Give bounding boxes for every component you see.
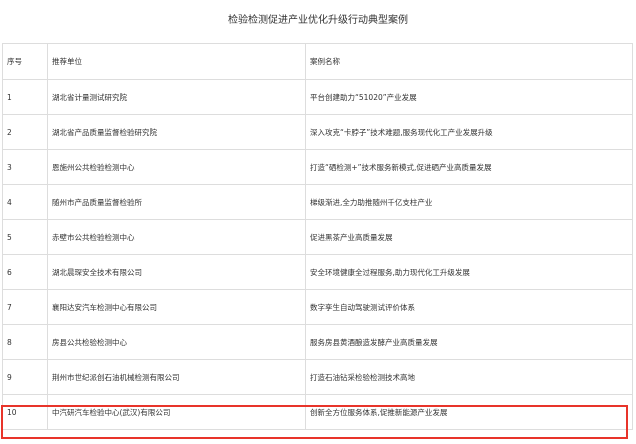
cell-unit: 湖北省产品质量监督检验研究院 — [47, 114, 306, 150]
cell-no: 3 — [2, 149, 48, 185]
cell-unit: 恩施州公共检验检测中心 — [47, 149, 306, 185]
table-row: 7 襄阳达安汽车检测中心有限公司 数字孪生自动驾驶测试评价体系 — [2, 289, 633, 325]
page-title: 检验检测促进产业优化升级行动典型案例 — [228, 15, 408, 26]
cell-case: 打造“硒检测+”技术服务新模式,促进硒产业高质量发展 — [305, 149, 633, 185]
cell-no: 2 — [2, 114, 48, 150]
cell-no: 4 — [2, 184, 48, 220]
table-row: 4 随州市产品质量监督检验所 梯级渐进,全力助推随州千亿支柱产业 — [2, 184, 633, 220]
header-no: 序号 — [2, 43, 48, 80]
cell-case: 创新全方位服务体系,促推新能源产业发展 — [305, 394, 633, 430]
cell-case: 安全环境健康全过程服务,助力现代化工升级发展 — [305, 254, 633, 290]
cell-case: 数字孪生自动驾驶测试评价体系 — [305, 289, 633, 325]
table-row: 2 湖北省产品质量监督检验研究院 深入攻克“卡脖子”技术难题,服务现代化工产业发… — [2, 114, 633, 150]
cell-case: 梯级渐进,全力助推随州千亿支柱产业 — [305, 184, 633, 220]
cell-unit: 随州市产品质量监督检验所 — [47, 184, 306, 220]
cell-no: 1 — [2, 79, 48, 115]
cell-unit: 湖北省计量测试研究院 — [47, 79, 306, 115]
cell-unit: 赤壁市公共检验检测中心 — [47, 219, 306, 255]
cell-unit: 房县公共检验检测中心 — [47, 324, 306, 360]
header-case: 案例名称 — [305, 43, 633, 80]
table-row-highlighted: 10 中汽研汽车检验中心(武汉)有限公司 创新全方位服务体系,促推新能源产业发展 — [2, 394, 633, 430]
cell-unit: 襄阳达安汽车检测中心有限公司 — [47, 289, 306, 325]
cell-unit: 湖北晨琛安全技术有限公司 — [47, 254, 306, 290]
cell-no: 10 — [2, 394, 48, 430]
cell-case: 促进黑茶产业高质量发展 — [305, 219, 633, 255]
table-row: 6 湖北晨琛安全技术有限公司 安全环境健康全过程服务,助力现代化工升级发展 — [2, 254, 633, 290]
header-unit: 推荐单位 — [47, 43, 306, 80]
cell-case: 打造石油钻采检验检测技术高地 — [305, 359, 633, 395]
cell-case: 深入攻克“卡脖子”技术难题,服务现代化工产业发展升级 — [305, 114, 633, 150]
table-row: 3 恩施州公共检验检测中心 打造“硒检测+”技术服务新模式,促进硒产业高质量发展 — [2, 149, 633, 185]
cell-unit: 中汽研汽车检验中心(武汉)有限公司 — [47, 394, 306, 430]
table-row: 5 赤壁市公共检验检测中心 促进黑茶产业高质量发展 — [2, 219, 633, 255]
cell-no: 9 — [2, 359, 48, 395]
cell-case: 服务房县黄酒酿造发酵产业高质量发展 — [305, 324, 633, 360]
table-row: 1 湖北省计量测试研究院 平台创建助力“51020”产业发展 — [2, 79, 633, 115]
cell-no: 8 — [2, 324, 48, 360]
table-row: 9 荆州市世纪派创石油机械检测有限公司 打造石油钻采检验检测技术高地 — [2, 359, 633, 395]
cell-no: 5 — [2, 219, 48, 255]
table-row: 8 房县公共检验检测中心 服务房县黄酒酿造发酵产业高质量发展 — [2, 324, 633, 360]
table-header-row: 序号 推荐单位 案例名称 — [2, 43, 633, 80]
cases-table: 序号 推荐单位 案例名称 1 湖北省计量测试研究院 平台创建助力“51020”产… — [2, 43, 633, 430]
cell-case: 平台创建助力“51020”产业发展 — [305, 79, 633, 115]
cell-unit: 荆州市世纪派创石油机械检测有限公司 — [47, 359, 306, 395]
cell-no: 6 — [2, 254, 48, 290]
cell-no: 7 — [2, 289, 48, 325]
